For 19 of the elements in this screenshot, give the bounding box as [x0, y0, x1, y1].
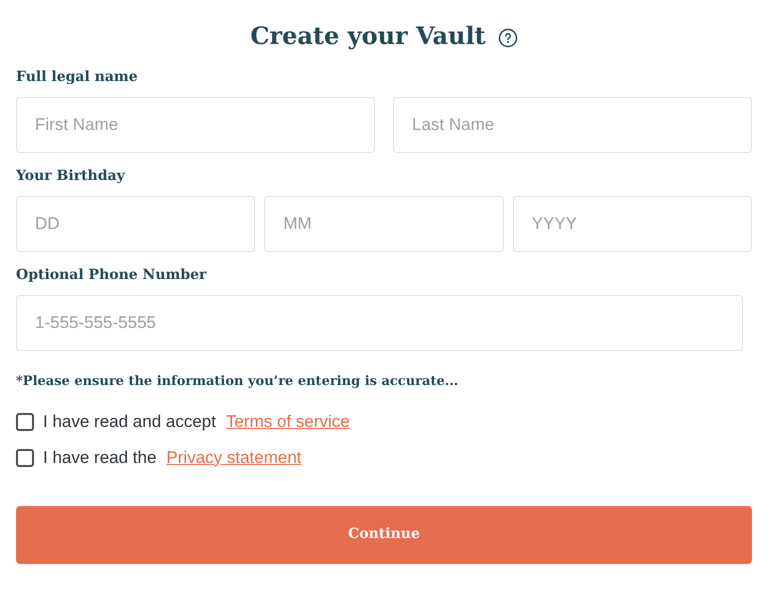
agreement-text: I have read and accept: [43, 410, 216, 433]
field-label: Optional Phone Number: [16, 266, 208, 285]
input-field[interactable]: MM: [264, 196, 504, 252]
continue-button[interactable]: Continue: [16, 506, 752, 564]
input-field[interactable]: DD: [16, 196, 256, 252]
accuracy-note: *Please ensure the information you’re entering is accurate...: [16, 373, 460, 391]
agreement-link[interactable]: Privacy statement: [166, 444, 302, 470]
input-field[interactable]: YYYY: [512, 196, 752, 252]
help-icon[interactable]: [498, 28, 518, 48]
input-field[interactable]: First Name: [16, 97, 375, 153]
field-label: Full legal name: [16, 68, 139, 87]
form-title: Create your Vault: [250, 20, 486, 52]
field-label: Your Birthday: [16, 167, 126, 186]
checkbox[interactable]: [16, 448, 34, 466]
agreement-text: I have read the: [43, 446, 156, 469]
input-field[interactable]: Last Name: [393, 97, 752, 153]
checkbox[interactable]: [16, 412, 34, 430]
agreement-link[interactable]: Terms of service: [226, 408, 350, 434]
input-field[interactable]: 1-555-555-5555: [16, 295, 743, 351]
